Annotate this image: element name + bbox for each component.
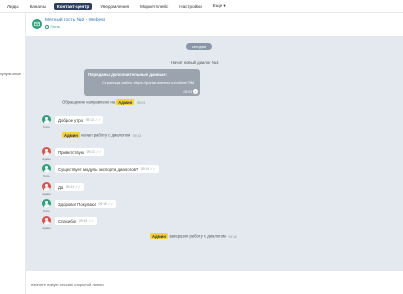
guest-avatar xyxy=(42,115,51,124)
routed-time: 09:03 xyxy=(136,100,146,105)
message-time: 09:15 xyxy=(78,219,88,223)
chat-area[interactable]: сегодня Начат новый диалог №4 Переданы д… xyxy=(26,37,403,270)
left-panel: хулули ьные xyxy=(0,13,26,294)
top-navigation: Лиды Каналы Контакт-центр Уведомления Ма… xyxy=(0,0,403,13)
nav-item-notifications[interactable]: Уведомления xyxy=(97,3,132,10)
nav-item-contact-center[interactable]: Контакт-центр xyxy=(53,2,93,10)
double-check-icon: ✓✓ xyxy=(75,185,81,189)
extra-data-time: 09:03 xyxy=(183,89,193,94)
admin-tag[interactable]: Админ xyxy=(150,233,168,239)
message-bubble: Доброе утро 09:13 ✓✓ xyxy=(55,116,104,124)
message-text: Спасибо! xyxy=(58,218,77,224)
nav-item-channels[interactable]: Каналы xyxy=(27,3,49,10)
chat-subtitle-label: Гость xyxy=(50,25,61,29)
message-text: Существует модуль экспорта диалогов? xyxy=(58,166,139,172)
message-text: Доброе утро xyxy=(58,117,84,123)
double-check-icon: ✓✓ xyxy=(94,118,101,122)
admin-started-time: 09:13 xyxy=(132,133,142,138)
client-avatar xyxy=(42,216,51,225)
message-time: 09:13 xyxy=(85,118,94,122)
date-badge: сегодня xyxy=(186,43,212,50)
double-check-icon: ✓✓ xyxy=(88,219,94,223)
message-bubble: Здорово! Покупаю! 09:15 ✓✓ xyxy=(55,200,117,208)
double-check-icon: ✓✓ xyxy=(150,167,156,171)
message-bubble: Да 09:14 ✓✓ xyxy=(55,183,84,191)
message-text: Да xyxy=(58,184,64,190)
message-row: Админ Да 09:14 ✓✓ xyxy=(42,182,84,196)
message-bubble: Спасибо! 09:15 ✓✓ xyxy=(55,217,97,225)
client-avatar xyxy=(42,147,51,156)
admin-finished-time: 09:16 xyxy=(228,234,237,239)
message-bubble: Существует модуль экспорта диалогов? 09:1… xyxy=(55,165,159,173)
message-row: Админ Спасибо! 09:15 ✓✓ xyxy=(42,216,97,230)
double-check-icon: ✓✓ xyxy=(95,150,102,154)
routed-notice: Обращение направлено на Админ 09:03 xyxy=(62,99,145,105)
admin-finished-notice: Админ завершил работу с диалогом 09:16 xyxy=(150,233,237,239)
avatar-label: Админ xyxy=(42,192,51,196)
chat-header: Мятный гость №2 - Webest Гость xyxy=(26,13,403,37)
routed-text: Обращение направлено на xyxy=(62,99,116,105)
message-bubble: Приветствую 09:13 ✓✓ xyxy=(55,148,105,156)
message-time: 09:14 xyxy=(140,167,150,171)
chat-title[interactable]: Мятный гость №2 - Webest xyxy=(45,18,105,23)
avatar-label: Админ xyxy=(42,226,51,230)
admin-started-text: начал работу с диалогом xyxy=(81,132,131,138)
admin-started-notice: Админ начал работу с диалогом 09:13 xyxy=(62,132,141,138)
avatar-label: Гость xyxy=(42,125,51,129)
channel-icon xyxy=(32,19,42,29)
extra-data-block: Переданы дополнительные данные: Страница… xyxy=(84,69,200,96)
message-time: 09:14 xyxy=(65,185,75,189)
double-check-icon: ✓✓ xyxy=(107,202,114,206)
guest-avatar xyxy=(42,164,51,173)
message-text: Здорово! Покупаю! xyxy=(58,201,96,207)
message-row: Гость Существует модуль экспорта диалого… xyxy=(42,164,159,178)
message-row: Админ Приветствую 09:13 ✓✓ xyxy=(42,147,105,161)
guest-avatar xyxy=(42,199,51,208)
new-dialog-notice: Начат новый диалог №4 xyxy=(171,60,219,65)
message-row: Гость Здорово! Покупаю! 09:15 ✓✓ xyxy=(42,199,117,213)
avatar-label: Гость xyxy=(42,209,51,213)
message-text: Приветствую xyxy=(58,149,84,155)
admin-finished-text: завершил работу с диалогом xyxy=(169,233,226,239)
sidebar-truncated-text: хулули ьные xyxy=(0,72,21,76)
nav-item-settings[interactable]: Настройки xyxy=(176,3,205,10)
admin-tag[interactable]: Админ xyxy=(62,132,80,138)
check-icon: ✓ xyxy=(193,89,198,94)
extra-data-title: Переданы дополнительные данные: xyxy=(88,72,168,77)
nav-item-marketplace[interactable]: Маркетплейс xyxy=(137,3,171,10)
nav-item-more[interactable]: Еще ▾ xyxy=(210,2,229,10)
chat-footer: начните новую сессию открытой линии xyxy=(26,270,403,294)
extra-data-url[interactable]: Страница сайта: https://portal.webest.ru… xyxy=(88,80,196,85)
avatar-label: Гость xyxy=(42,174,51,178)
message-time: 09:13 xyxy=(86,150,95,154)
nav-item-leads[interactable]: Лиды xyxy=(4,3,22,10)
avatar-label: Админ xyxy=(42,157,51,161)
client-avatar xyxy=(42,182,51,191)
status-dot-icon xyxy=(45,25,49,29)
admin-tag[interactable]: Админ xyxy=(116,99,135,105)
message-time: 09:15 xyxy=(98,202,107,206)
start-new-session-link[interactable]: начните новую сессию открытой линии xyxy=(31,282,104,287)
chat-subtitle: Гость xyxy=(45,25,60,29)
message-row: Гость Доброе утро 09:13 ✓✓ xyxy=(42,115,104,129)
